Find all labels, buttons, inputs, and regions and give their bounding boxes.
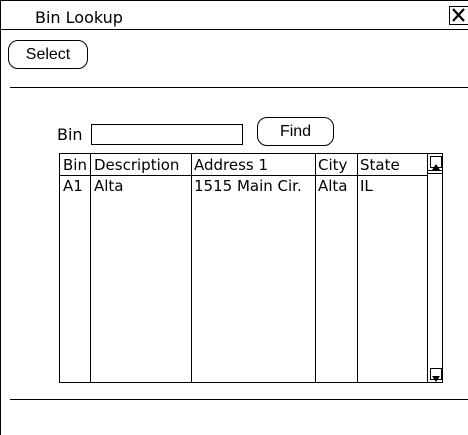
find-button[interactable]: Find — [257, 117, 334, 146]
column-divider — [315, 154, 316, 382]
bin-input[interactable] — [91, 124, 243, 145]
bin-lookup-window: Bin Lookup Select Bin Find Bin Descripti… — [0, 0, 468, 435]
close-button[interactable] — [449, 6, 468, 25]
close-icon — [452, 8, 465, 22]
scrollbar-thumb-top — [427, 170, 443, 171]
column-divider — [191, 154, 192, 382]
title-bar-divider — [1, 29, 468, 30]
column-header-bin[interactable]: Bin — [63, 155, 87, 175]
column-divider — [357, 154, 358, 382]
column-header-city[interactable]: City — [318, 155, 347, 175]
scroll-up-button[interactable] — [430, 156, 442, 170]
table-cell-city[interactable]: Alta — [318, 176, 348, 196]
column-divider — [90, 154, 91, 382]
table-cell-description[interactable]: Alta — [94, 176, 124, 196]
select-button[interactable]: Select — [8, 40, 88, 69]
bin-label: Bin — [57, 125, 83, 144]
scroll-down-button[interactable] — [430, 368, 442, 382]
table-cell-bin[interactable]: A1 — [63, 176, 83, 196]
panel-top-border — [10, 87, 468, 88]
column-header-address-1[interactable]: Address 1 — [194, 155, 268, 175]
table-cell-state[interactable]: IL — [360, 176, 373, 196]
column-header-description[interactable]: Description — [94, 155, 179, 175]
table-cell-address-1[interactable]: 1515 Main Cir. — [194, 176, 302, 196]
panel-bottom-border — [10, 399, 468, 400]
scrollbar-thumb-bottom — [427, 173, 443, 174]
results-table: Bin Description Address 1 City State A1 … — [59, 153, 443, 383]
scrollbar-divider — [427, 154, 428, 382]
column-header-state[interactable]: State — [360, 155, 400, 175]
arrow-down-icon — [432, 376, 440, 382]
window-title: Bin Lookup — [35, 8, 123, 27]
